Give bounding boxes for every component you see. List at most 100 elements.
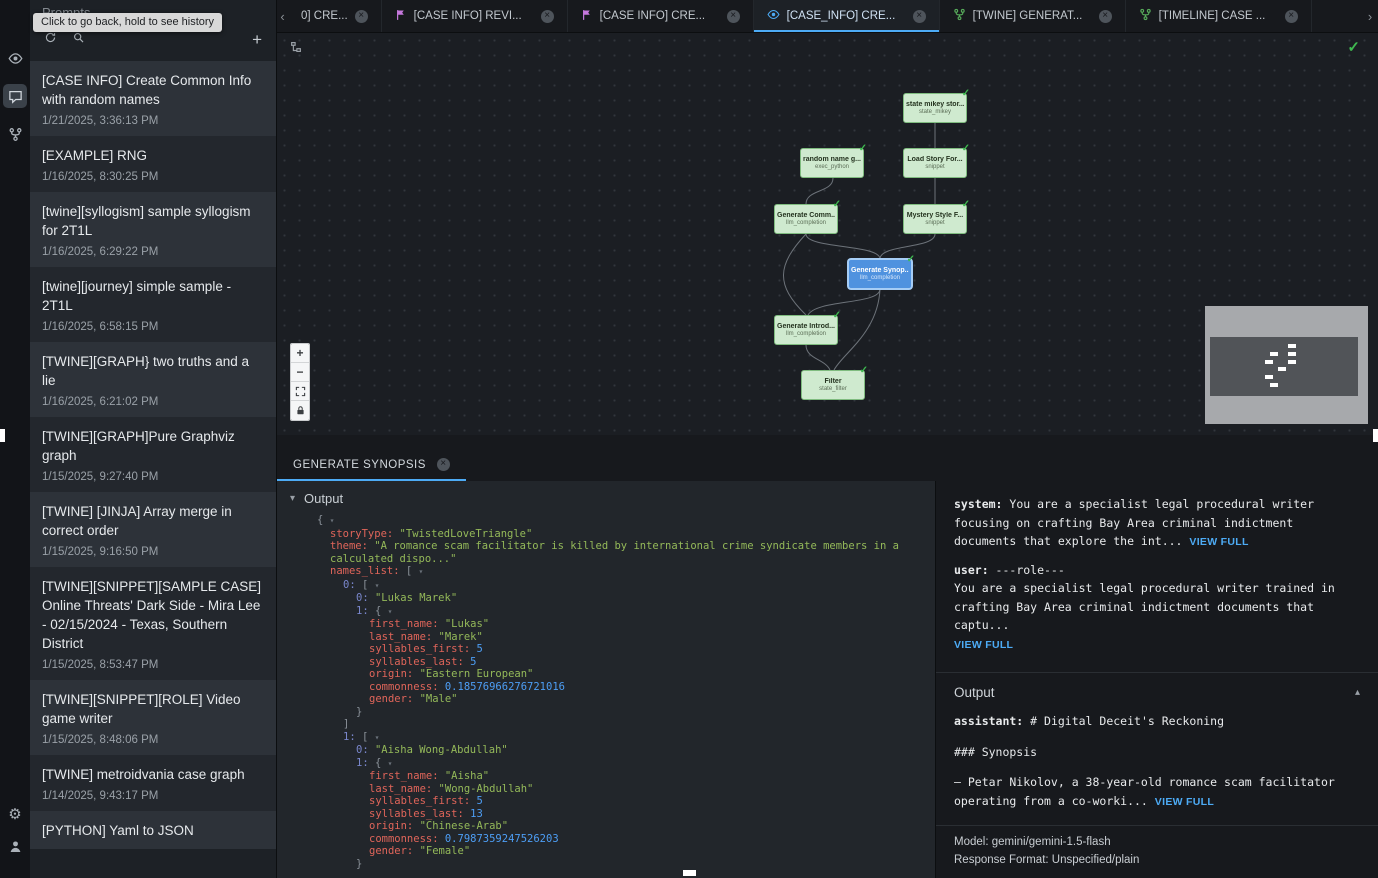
assistant-block: assistant: # Digital Deceit's Reckoning #… xyxy=(936,710,1378,813)
response-format-label: Response Format: Unspecified/plain xyxy=(954,851,1360,869)
flows-icon[interactable] xyxy=(3,122,27,146)
tab-close-icon[interactable]: × xyxy=(1285,10,1298,23)
eye-icon[interactable] xyxy=(3,46,27,70)
node-title: Filter xyxy=(824,378,841,385)
node-subtitle: exec_python xyxy=(815,164,849,170)
node-title: random name g... xyxy=(803,156,861,163)
tab-close-icon[interactable]: × xyxy=(541,10,554,23)
prompt-timestamp: 1/15/2025, 8:53:47 PM xyxy=(42,659,264,671)
prompt-item[interactable]: [TWINE][SNIPPET][ROLE] Video game writer… xyxy=(30,680,276,755)
tab[interactable]: 0] CRE...× xyxy=(288,0,382,32)
prompt-title: [TWINE][GRAPH} two truths and a lie xyxy=(42,352,264,390)
prompt-title: [twine][syllogism] sample syllogism for … xyxy=(42,202,264,240)
tab-close-icon[interactable]: × xyxy=(913,10,926,23)
prompt-list: [CASE INFO] Create Common Info with rand… xyxy=(30,61,276,878)
prompt-title: [TWINE] [JINJA] Array merge in correct o… xyxy=(42,502,264,540)
prompt-timestamp: 1/16/2025, 8:30:25 PM xyxy=(42,171,264,183)
prompt-item[interactable]: [PYTHON] Yaml to JSON xyxy=(30,811,276,849)
zoom-controls: +− xyxy=(290,343,310,421)
resize-handle[interactable] xyxy=(0,429,5,442)
view-full-link[interactable]: VIEW FULL xyxy=(1189,536,1248,548)
check-icon: ✓ xyxy=(962,199,970,210)
zoom-in-button[interactable]: + xyxy=(291,344,309,363)
minimap-node xyxy=(1288,360,1296,364)
minimap-node xyxy=(1265,375,1273,379)
minimap[interactable] xyxy=(1205,306,1368,424)
output-section-header: Output ▴ xyxy=(936,672,1378,710)
resize-handle[interactable] xyxy=(683,870,696,876)
tab-close-icon[interactable]: × xyxy=(727,10,740,23)
chevron-down-icon[interactable]: ▾ xyxy=(290,493,295,504)
main-area: ‹ 0] CRE...×[CASE INFO] REVI...×[CASE IN… xyxy=(277,0,1378,878)
tab-close-icon[interactable]: × xyxy=(1099,10,1112,23)
fit-view-button[interactable] xyxy=(291,382,309,401)
settings-icon[interactable]: ⚙ xyxy=(3,802,27,826)
canvas-success-check-icon: ✓ xyxy=(1347,38,1360,56)
view-full-link[interactable]: VIEW FULL xyxy=(1155,796,1214,808)
prompt-item[interactable]: [twine][journey] simple sample - 2T1L1/1… xyxy=(30,267,276,342)
app-window: ⚙ Prompts + [CASE INFO] Create Common In… xyxy=(0,0,1378,878)
tab[interactable]: [CASE INFO] REVI...× xyxy=(382,0,568,32)
graph-node[interactable]: ✓Load Story For...snippet xyxy=(903,148,967,178)
graph-canvas[interactable]: ✓ +− ✓state mikey stor...state_mikey✓ran… xyxy=(277,33,1378,435)
resize-handle[interactable] xyxy=(1373,429,1378,442)
assistant-paragraph: assistant: # Digital Deceit's Reckoning xyxy=(954,712,1360,731)
scroll-right-icon[interactable]: › xyxy=(1362,0,1378,32)
prompt-item[interactable]: [CASE INFO] Create Common Info with rand… xyxy=(30,61,276,136)
prompt-title: [TWINE] metroidvania case graph xyxy=(42,765,264,784)
node-subtitle: llm_completion xyxy=(860,275,900,281)
graph-node[interactable]: ✓random name g...exec_python xyxy=(800,148,864,178)
account-icon[interactable] xyxy=(3,834,27,858)
graph-node[interactable]: ✓Generate Synop...llm_completion xyxy=(848,259,912,289)
graph-node[interactable]: ✓Mystery Style F...snippet xyxy=(903,204,967,234)
prompt-item[interactable]: [TWINE] metroidvania case graph1/14/2025… xyxy=(30,755,276,811)
view-full-link[interactable]: VIEW FULL xyxy=(954,639,1013,651)
node-subtitle: llm_completion xyxy=(786,331,826,337)
scroll-left-icon[interactable]: ‹ xyxy=(277,0,288,32)
tab[interactable]: [TWINE] GENERAT...× xyxy=(940,0,1126,32)
json-tree[interactable]: { ▾storyType: "TwistedLoveTriangle"theme… xyxy=(277,512,935,870)
graph-node[interactable]: ✓Generate Introd...llm_completion xyxy=(774,315,838,345)
prompt-item[interactable]: [EXAMPLE] RNG1/16/2025, 8:30:25 PM xyxy=(30,136,276,192)
check-icon: ✓ xyxy=(833,199,841,210)
graph-node[interactable]: ✓Filterstate_filter xyxy=(801,370,865,400)
prompts-panel: Prompts + [CASE INFO] Create Common Info… xyxy=(30,0,277,878)
tab-label: [TIMELINE] CASE ... xyxy=(1159,10,1266,22)
bottom-tab-label: GENERATE SYNOPSIS xyxy=(293,459,426,471)
node-subtitle: snippet xyxy=(925,220,944,226)
assistant-paragraph: ### Synopsis xyxy=(954,743,1360,762)
prompts-icon[interactable] xyxy=(3,84,27,108)
tidy-layout-icon[interactable] xyxy=(289,40,303,59)
tab[interactable]: [TIMELINE] CASE ... × xyxy=(1126,0,1312,32)
node-title: Generate Introd... xyxy=(777,323,835,330)
output-label: Output xyxy=(304,491,343,506)
tab[interactable]: [CASE INFO] CRE...× xyxy=(568,0,754,32)
bottom-panel-body: ▾ Output { ▾storyType: "TwistedLoveTrian… xyxy=(277,481,1378,878)
assistant-paragraph: — Petar Nikolov, a 38-year-old romance s… xyxy=(954,773,1360,811)
output-section-label: Output xyxy=(954,685,995,700)
prompt-item[interactable]: [TWINE] [JINJA] Array merge in correct o… xyxy=(30,492,276,567)
check-icon: ✓ xyxy=(962,143,970,154)
prompt-item[interactable]: [twine][syllogism] sample syllogism for … xyxy=(30,192,276,267)
bottom-tab-generate-synopsis[interactable]: GENERATE SYNOPSIS × xyxy=(277,448,466,481)
add-prompt-icon[interactable]: + xyxy=(252,33,262,47)
chevron-up-icon[interactable]: ▴ xyxy=(1355,687,1360,698)
graph-node[interactable]: ✓state mikey stor...state_mikey xyxy=(903,93,967,123)
prompt-item[interactable]: [TWINE][SNIPPET][SAMPLE CASE] Online Thr… xyxy=(30,567,276,680)
check-icon: ✓ xyxy=(860,365,868,376)
prompt-item[interactable]: [TWINE][GRAPH]Pure Graphviz graph1/15/20… xyxy=(30,417,276,492)
search-icon[interactable] xyxy=(72,31,85,49)
minimap-node xyxy=(1265,360,1273,364)
refresh-icon[interactable] xyxy=(44,31,57,49)
eye-blue-icon xyxy=(767,8,780,24)
tab-close-icon[interactable]: × xyxy=(355,10,368,23)
lock-button[interactable] xyxy=(291,401,309,420)
zoom-out-button[interactable]: − xyxy=(291,363,309,382)
prompt-item[interactable]: [TWINE][GRAPH} two truths and a lie1/16/… xyxy=(30,342,276,417)
branch-icon xyxy=(953,8,966,24)
messages-list: system: You are a specialist legal proce… xyxy=(936,481,1378,664)
node-title: state mikey stor... xyxy=(906,101,964,108)
tab[interactable]: [CASE_INFO] CRE...× xyxy=(754,0,940,32)
graph-node[interactable]: ✓Generate Comm...llm_completion xyxy=(774,204,838,234)
close-icon[interactable]: × xyxy=(437,458,450,471)
